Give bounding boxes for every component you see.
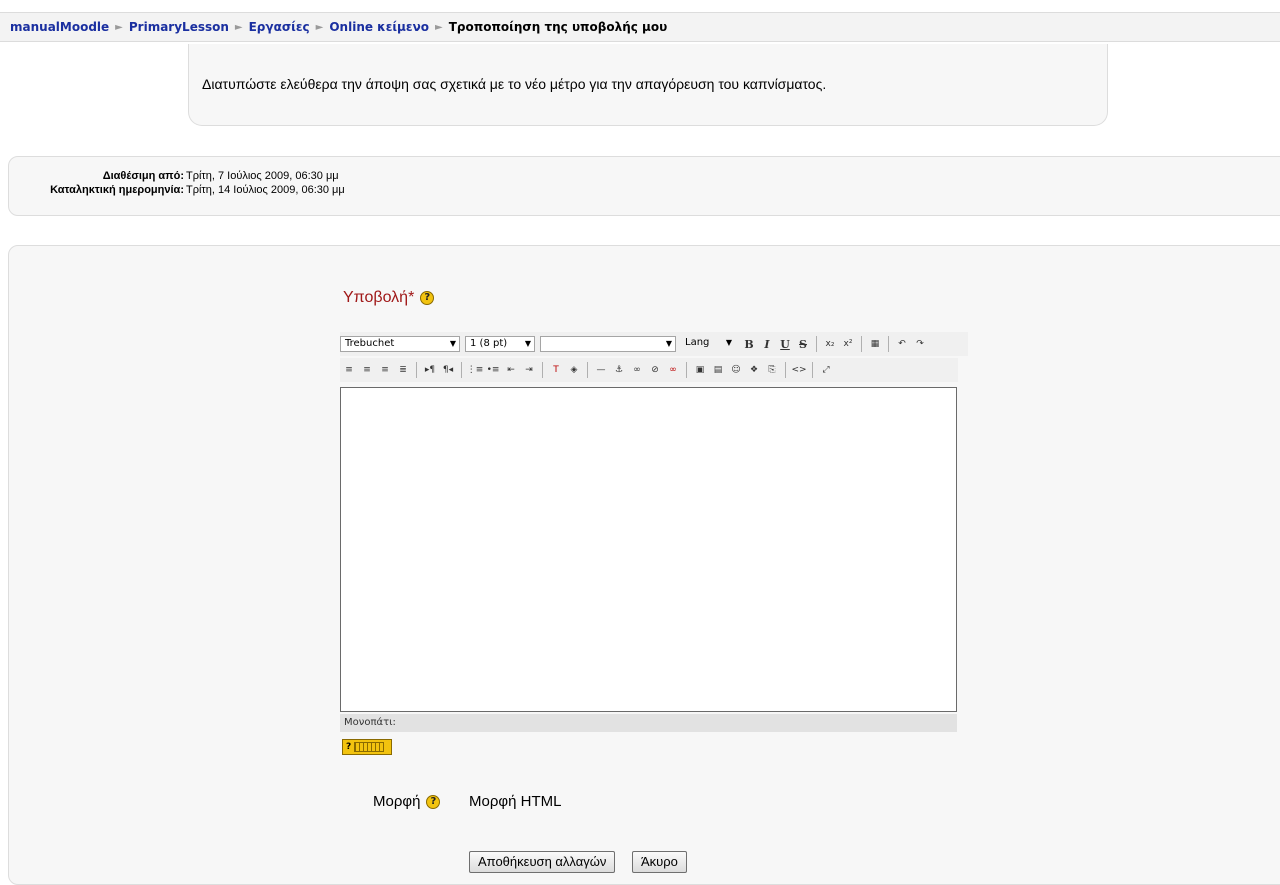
breadcrumb-separator-icon: ► (434, 21, 443, 33)
submission-label-text: Υποβολή* (343, 289, 415, 306)
table-icon[interactable]: ▤ (709, 361, 727, 379)
html-editor: Trebuchet ▼ 1 (8 pt) ▼ ▼ Lang ▼ B I U S x₂ … (340, 332, 968, 732)
redo-icon[interactable]: ↷ (911, 335, 929, 353)
toolbar-separator (461, 362, 462, 378)
breadcrumb-link-online-text[interactable]: Online κείμενο (329, 20, 429, 34)
toolbar-separator (542, 362, 543, 378)
font-family-select[interactable]: Trebuchet ▼ (340, 336, 460, 352)
breadcrumb-link-lesson[interactable]: PrimaryLesson (129, 20, 229, 34)
toolbar-separator (416, 362, 417, 378)
font-size-select-value: 1 (8 pt) (470, 338, 508, 349)
chevron-down-icon: ▼ (449, 339, 456, 348)
rtl-icon[interactable]: ¶◂ (439, 361, 457, 379)
keyboard-shortcuts-help-icon[interactable]: ? (342, 739, 392, 755)
image-icon[interactable]: ▣ (691, 361, 709, 379)
toolbar-separator (816, 336, 817, 352)
breadcrumb-separator-icon: ► (315, 21, 324, 33)
available-date-value: Τρίτη, 7 Ιούλιος 2009, 06:30 μμ (186, 170, 339, 182)
align-right-icon[interactable]: ≡ (376, 361, 394, 379)
submission-field-label: Υποβολή*? (343, 289, 435, 307)
toolbar-separator (785, 362, 786, 378)
breadcrumb-link-course[interactable]: manualMoodle (10, 20, 109, 34)
font-size-select[interactable]: 1 (8 pt) ▼ (465, 336, 535, 352)
assignment-dates-box: Διαθέσιμη από: Τρίτη, 7 Ιούλιος 2009, 06… (8, 156, 1280, 216)
available-date-label: Διαθέσιμη από: (102, 170, 184, 182)
breadcrumb-current-page: Τροποποίηση της υποβολής μου (448, 20, 668, 34)
justify-icon[interactable]: ≣ (394, 361, 412, 379)
toolbar-separator (888, 336, 889, 352)
clean-word-icon[interactable]: ▦ (866, 335, 884, 353)
toolbar-separator (686, 362, 687, 378)
keyboard-icon (354, 741, 385, 752)
due-date-row: Καταληκτική ημερομηνία: Τρίτη, 14 Ιούλιο… (9, 184, 345, 196)
unordered-list-icon[interactable]: •≡ (484, 361, 502, 379)
breadcrumb-separator-icon: ► (115, 21, 123, 33)
font-family-select-value: Trebuchet (345, 338, 395, 349)
help-icon[interactable]: ? (426, 795, 441, 810)
undo-icon[interactable]: ↶ (893, 335, 911, 353)
outdent-icon[interactable]: ⇤ (502, 361, 520, 379)
toolbar-separator (861, 336, 862, 352)
breadcrumb-link-assignments[interactable]: Εργασίες (249, 20, 310, 34)
search-replace-icon[interactable]: ⎘ (763, 361, 781, 379)
help-icon[interactable]: ? (420, 290, 435, 305)
text-color-icon[interactable]: T (547, 361, 565, 379)
keyboard-help-glyph: ? (346, 742, 352, 752)
link-icon[interactable]: ∞ (628, 361, 646, 379)
due-date-label: Καταληκτική ημερομηνία: (50, 184, 184, 196)
anchor-icon[interactable]: ⚓ (610, 361, 628, 379)
strikethrough-icon[interactable]: S (794, 335, 812, 353)
horizontal-rule-icon[interactable]: — (592, 361, 610, 379)
toolbar-separator (812, 362, 813, 378)
format-field-label: Μορφή? (373, 793, 441, 810)
paragraph-style-select[interactable]: ▼ (540, 336, 676, 352)
breadcrumb-separator-icon: ► (234, 21, 243, 33)
editor-path-label: Μονοπάτι: (344, 717, 396, 728)
due-date-value: Τρίτη, 14 Ιούλιος 2009, 06:30 μμ (186, 184, 345, 196)
chevron-down-icon: ▼ (665, 339, 672, 348)
breadcrumb: manualMoodle ► PrimaryLesson ► Εργασίες … (0, 12, 1280, 42)
special-char-icon[interactable]: ❖ (745, 361, 763, 379)
editor-path-bar: Μονοπάτι: (340, 714, 957, 732)
editor-content-area[interactable] (340, 387, 957, 712)
assignment-intro-box: Διατυπώστε ελεύθερα την άποψη σας σχετικ… (188, 44, 1108, 126)
language-select[interactable]: Lang ▼ (681, 336, 735, 352)
nolink-icon[interactable]: ∞ (664, 361, 682, 379)
italic-icon[interactable]: I (758, 335, 776, 353)
chevron-down-icon: ▼ (524, 339, 531, 348)
available-date-row: Διαθέσιμη από: Τρίτη, 7 Ιούλιος 2009, 06… (9, 170, 339, 182)
background-color-icon[interactable]: ◈ (565, 361, 583, 379)
html-source-icon[interactable]: <> (790, 361, 808, 379)
language-select-value: Lang (685, 337, 710, 348)
format-label-text: Μορφή (373, 793, 421, 810)
underline-icon[interactable]: U (776, 335, 794, 353)
bold-icon[interactable]: B (740, 335, 758, 353)
indent-icon[interactable]: ⇥ (520, 361, 538, 379)
chevron-down-icon: ▼ (725, 338, 732, 347)
align-center-icon[interactable]: ≡ (358, 361, 376, 379)
editor-toolbar-row-2: ≡ ≡ ≡ ≣ ▸¶ ¶◂ ⋮≡ •≡ ⇤ ⇥ T ◈ — ⚓ ∞ ⊘ ∞ ▣ … (340, 358, 958, 382)
unlink-icon[interactable]: ⊘ (646, 361, 664, 379)
ltr-icon[interactable]: ▸¶ (421, 361, 439, 379)
subscript-icon[interactable]: x₂ (821, 335, 839, 353)
toolbar-separator (587, 362, 588, 378)
superscript-icon[interactable]: x² (839, 335, 857, 353)
format-value: Μορφή HTML (469, 793, 562, 810)
align-left-icon[interactable]: ≡ (340, 361, 358, 379)
editor-toolbar-row-1: Trebuchet ▼ 1 (8 pt) ▼ ▼ Lang ▼ B I U S x₂ … (340, 332, 968, 356)
fullscreen-icon[interactable]: ⤢ (817, 361, 835, 379)
assignment-intro-text: Διατυπώστε ελεύθερα την άποψη σας σχετικ… (202, 76, 827, 92)
ordered-list-icon[interactable]: ⋮≡ (466, 361, 484, 379)
smiley-icon[interactable]: ☺ (727, 361, 745, 379)
